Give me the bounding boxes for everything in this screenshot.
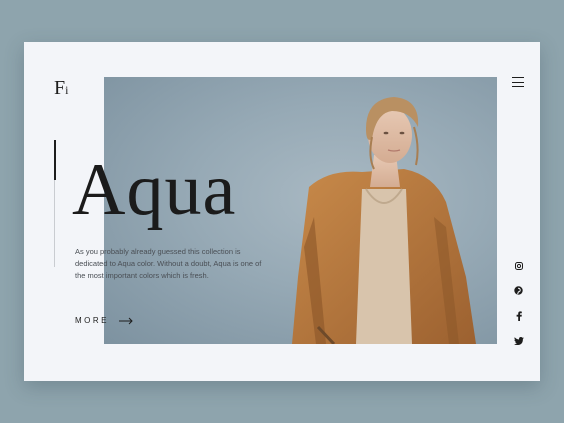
social-links	[513, 260, 524, 346]
collection-description: As you probably already guessed this col…	[75, 247, 262, 280]
instagram-icon[interactable]	[513, 260, 524, 271]
hamburger-menu-icon[interactable]	[512, 77, 524, 87]
slide-indicator-active	[53, 140, 56, 180]
slide-indicator	[53, 140, 56, 267]
facebook-icon[interactable]	[513, 310, 524, 321]
more-button[interactable]: MORE	[75, 316, 133, 325]
collection-title: Aqua	[72, 149, 237, 231]
page-card: Fi Aqua As you probably already guessed …	[24, 42, 540, 381]
brand-logo[interactable]: Fi	[54, 77, 69, 100]
logo-letter: F	[54, 77, 65, 99]
arrow-right-icon	[119, 317, 133, 324]
twitter-icon[interactable]	[513, 335, 524, 346]
logo-dot: i	[65, 83, 69, 97]
more-button-label: MORE	[75, 316, 109, 325]
pinterest-icon[interactable]	[513, 285, 524, 296]
